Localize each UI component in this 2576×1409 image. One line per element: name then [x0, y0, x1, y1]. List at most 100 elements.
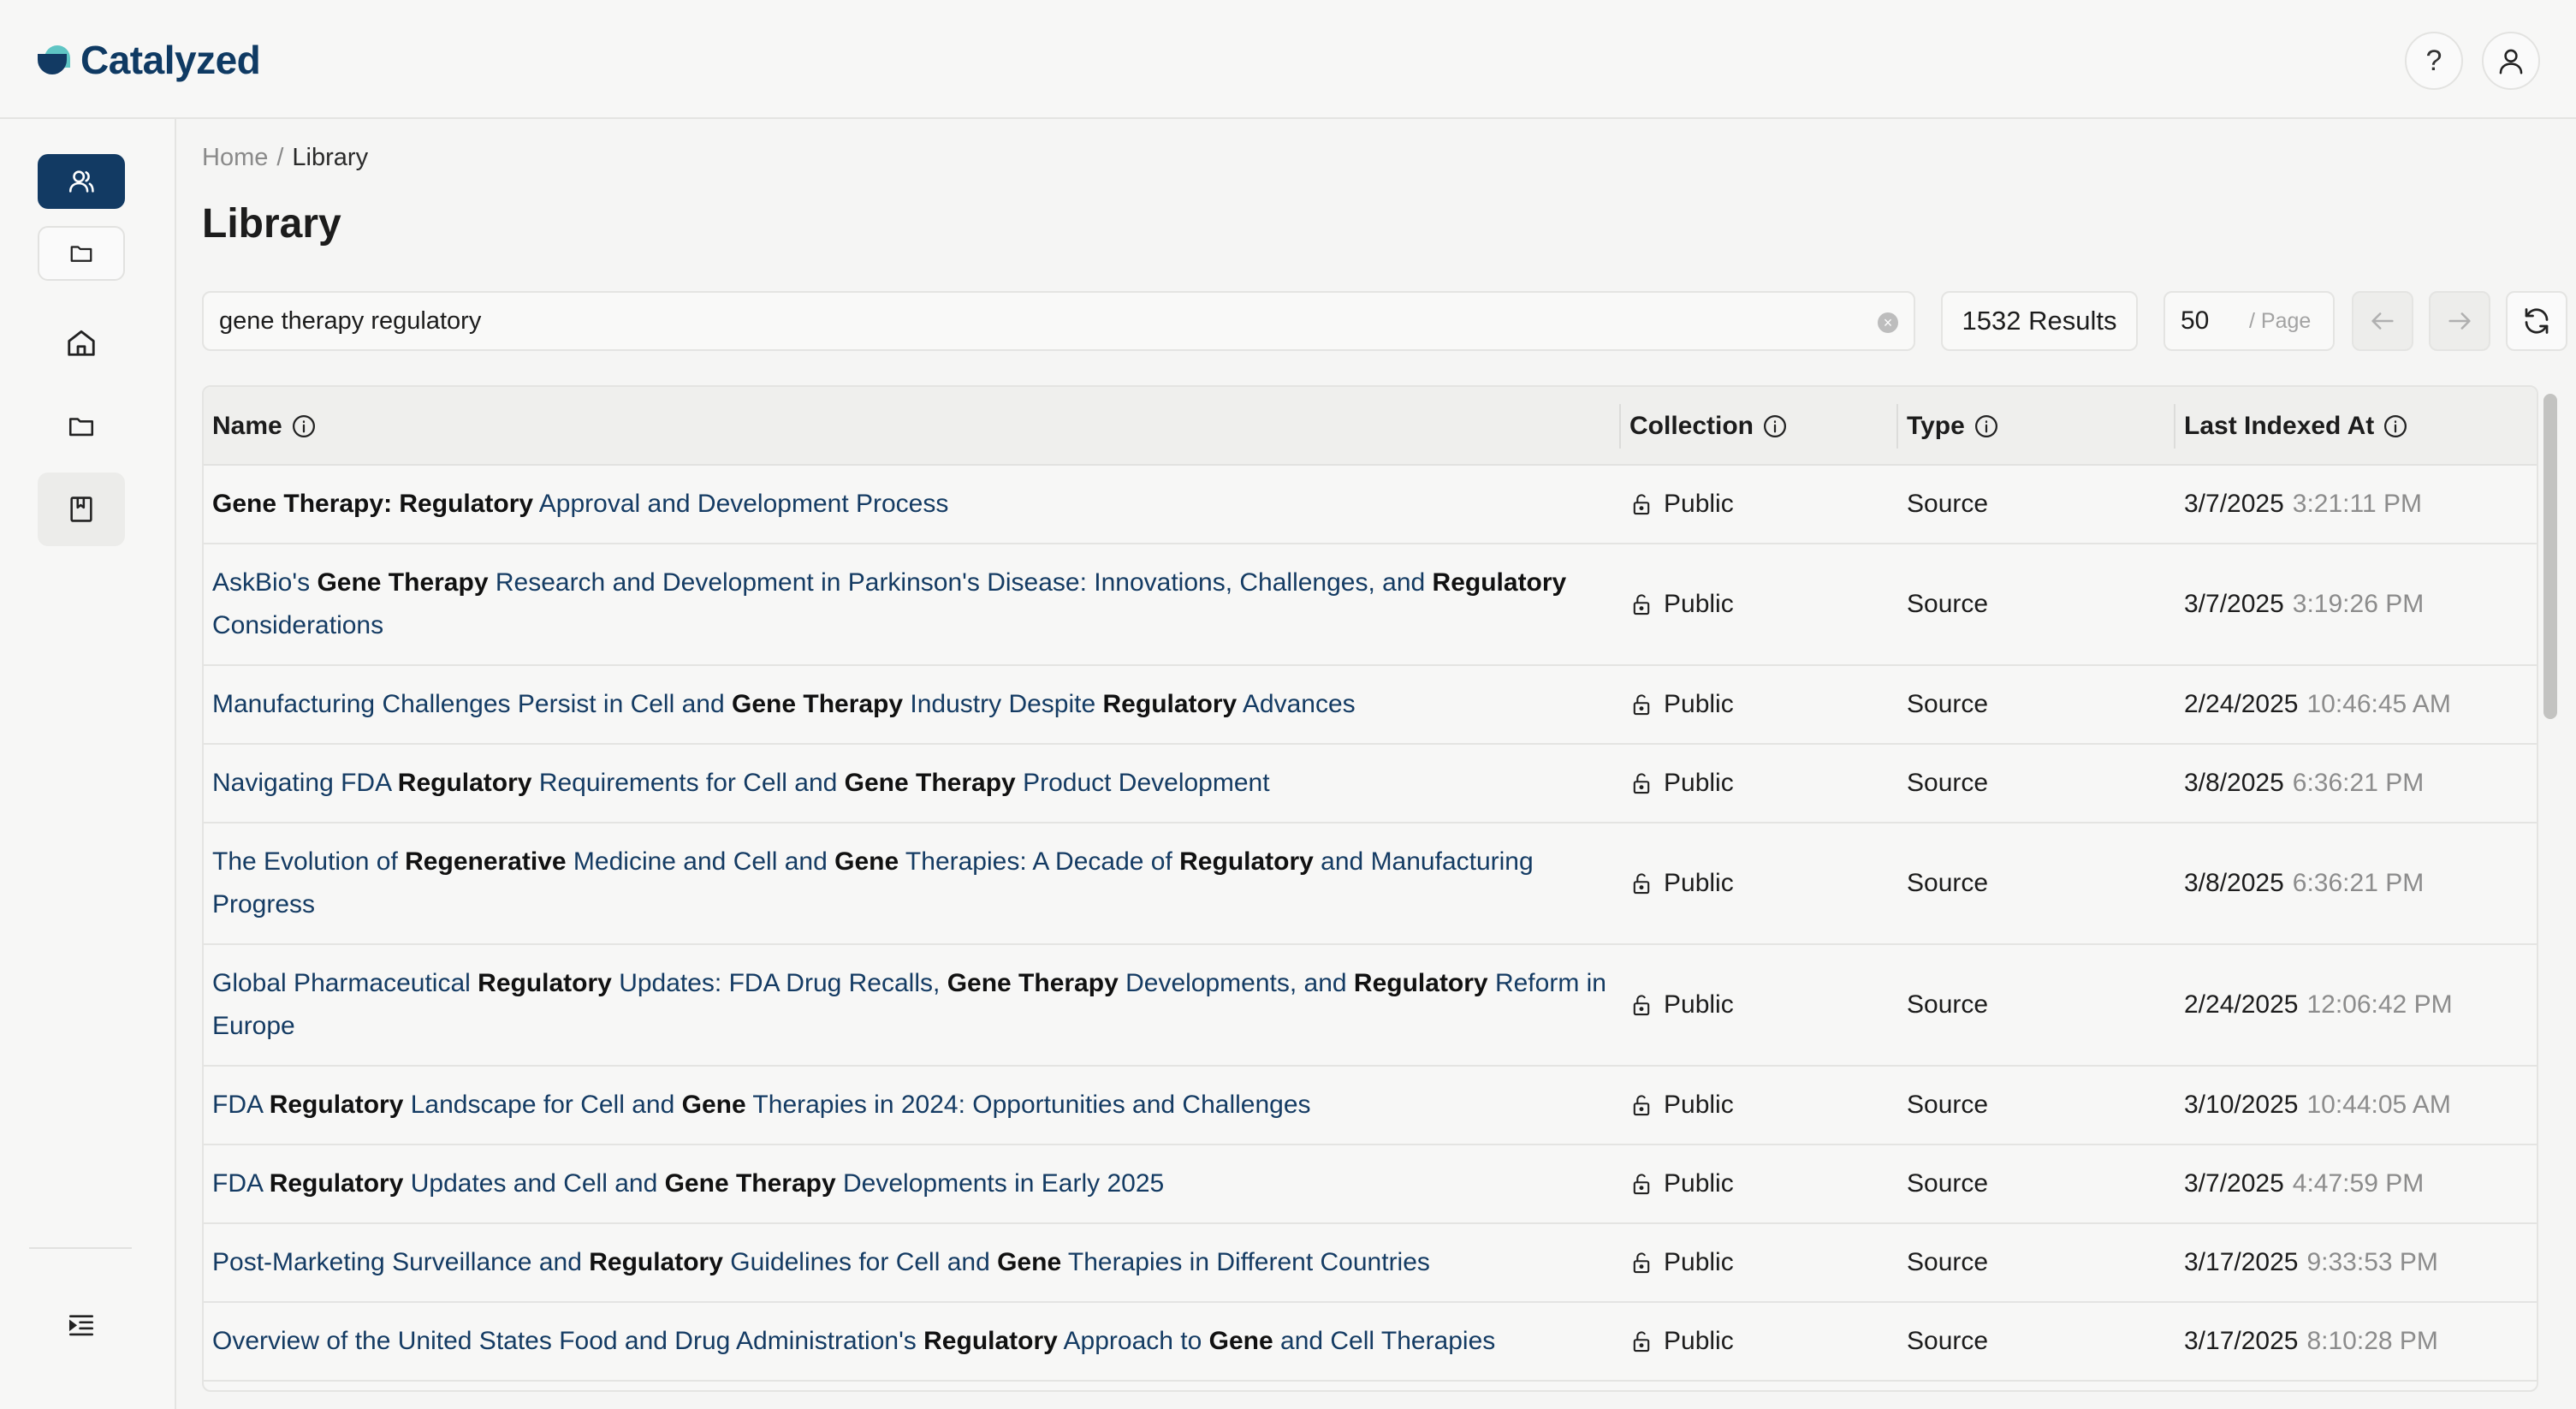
users-icon — [68, 170, 94, 193]
row-type: Source — [1907, 690, 1989, 718]
info-icon[interactable] — [1974, 413, 1999, 439]
sidebar-divider — [29, 1247, 132, 1249]
column-label: Last Indexed At — [2184, 412, 2375, 440]
refresh-button[interactable] — [2506, 291, 2567, 351]
row-name-link[interactable]: Post-Marketing Surveillance and Regulato… — [212, 1224, 1616, 1301]
sidebar-item-users[interactable] — [38, 154, 125, 209]
row-name-link[interactable]: Manufacturing Challenges Persist in Cell… — [212, 666, 1616, 743]
row-collection: Public — [1629, 666, 1734, 743]
arrow-right-icon — [2448, 312, 2471, 330]
previous-page-button[interactable] — [2352, 291, 2413, 351]
sidebar-item-library[interactable] — [38, 473, 125, 546]
row-last-indexed: 3/17/2025 8:10:28 PM — [2184, 1327, 2438, 1355]
next-page-button[interactable] — [2429, 291, 2490, 351]
row-type: Source — [1907, 769, 1989, 797]
help-button[interactable]: ? — [2405, 32, 2463, 90]
row-last-indexed: 3/8/2025 6:36:21 PM — [2184, 769, 2425, 797]
table-row[interactable]: Navigating FDA Regulatory Requirements f… — [204, 745, 2537, 823]
column-header-collection[interactable]: Collection — [1621, 387, 1788, 466]
info-icon[interactable] — [2383, 413, 2408, 439]
row-name-link[interactable]: Navigating FDA Regulatory Requirements f… — [212, 745, 1616, 822]
row-last-indexed: 3/10/2025 10:44:05 AM — [2184, 1091, 2451, 1119]
table-row[interactable]: Manufacturing Challenges Persist in Cell… — [204, 666, 2537, 745]
unlock-icon — [1629, 1250, 1653, 1275]
user-menu-button[interactable] — [2482, 32, 2540, 90]
row-last-indexed: 3/7/2025 3:21:11 PM — [2184, 490, 2422, 518]
row-name-link[interactable]: Gene Therapy: Regulatory Approval and De… — [212, 466, 1616, 543]
search-input[interactable] — [219, 306, 1845, 336]
row-type: Source — [1907, 1327, 1989, 1355]
per-page-value[interactable]: 50 — [2181, 306, 2249, 336]
scrollbar-thumb[interactable] — [2543, 394, 2557, 719]
folder-icon — [68, 418, 94, 437]
column-header-last-indexed[interactable]: Last Indexed At — [2175, 387, 2408, 466]
row-collection: Public — [1629, 1145, 1734, 1222]
table-row[interactable]: Post-Marketing Surveillance and Regulato… — [204, 1224, 2537, 1303]
table-row[interactable]: Overview of the United States Food and D… — [204, 1303, 2537, 1382]
row-type: Source — [1907, 990, 1989, 1019]
indent-icon — [68, 1315, 94, 1336]
per-page-unit: / Page — [2249, 308, 2312, 333]
row-name-link[interactable]: Global Pharmaceutical Regulatory Updates… — [212, 945, 1616, 1065]
breadcrumb: Home / Library — [202, 144, 368, 172]
top-bar: Catalyzed ? — [0, 0, 2576, 119]
unlock-icon — [1629, 592, 1653, 617]
row-collection: Public — [1629, 745, 1734, 822]
row-type: Source — [1907, 490, 1989, 518]
row-last-indexed: 2/24/2025 10:46:45 AM — [2184, 690, 2451, 718]
row-name-link[interactable]: The Evolution of Regenerative Medicine a… — [212, 823, 1616, 943]
sidebar-collapse-button[interactable] — [38, 1299, 125, 1353]
table-row[interactable]: The Evolution of Regenerative Medicine a… — [204, 823, 2537, 945]
unlock-icon — [1629, 992, 1653, 1018]
sidebar-item-collections[interactable] — [38, 399, 125, 454]
unlock-icon — [1629, 770, 1653, 796]
unlock-icon — [1629, 491, 1653, 517]
search-box: × — [202, 291, 1915, 351]
unlock-icon — [1629, 692, 1653, 717]
column-label: Collection — [1629, 412, 1754, 440]
table-row[interactable]: AskBio's Gene Therapy Research and Devel… — [204, 544, 2537, 666]
home-icon — [68, 330, 95, 356]
refresh-icon — [2525, 308, 2549, 334]
table-row[interactable]: Gene Therapy: Regulatory Approval and De… — [204, 466, 2537, 544]
unlock-icon — [1629, 1329, 1653, 1354]
unlock-icon — [1629, 1171, 1653, 1197]
info-icon[interactable] — [291, 413, 317, 439]
sidebar-item-folder[interactable] — [38, 226, 125, 281]
unlock-icon — [1629, 1092, 1653, 1118]
row-name-link[interactable]: AskBio's Gene Therapy Research and Devel… — [212, 544, 1616, 664]
sidebar-item-home[interactable] — [38, 315, 125, 370]
arrow-left-icon — [2371, 312, 2394, 330]
row-name-link[interactable]: FDA Regulatory Updates and Cell and Gene… — [212, 1145, 1616, 1222]
bookmark-icon — [70, 496, 92, 522]
row-type: Source — [1907, 1091, 1989, 1119]
table-row[interactable]: FDA Regulatory Updates and Cell and Gene… — [204, 1145, 2537, 1224]
row-collection: Public — [1629, 945, 1734, 1065]
row-name-link[interactable]: Overview of the United States Food and D… — [212, 1303, 1616, 1380]
row-last-indexed: 3/17/2025 9:33:53 PM — [2184, 1248, 2438, 1276]
unlock-icon — [1629, 871, 1653, 896]
column-header-name[interactable]: Name — [204, 387, 317, 466]
table-row[interactable]: Global Pharmaceutical Regulatory Updates… — [204, 945, 2537, 1067]
row-type: Source — [1907, 869, 1989, 897]
per-page-field[interactable]: 50 / Page — [2163, 291, 2335, 351]
breadcrumb-separator: / — [276, 144, 284, 171]
table-row[interactable]: FDA Regulatory Landscape for Cell and Ge… — [204, 1067, 2537, 1145]
column-label: Type — [1907, 412, 1965, 440]
table-header: Name Collection Type Last Indexed At — [204, 387, 2537, 466]
row-last-indexed: 3/8/2025 6:36:21 PM — [2184, 869, 2425, 897]
row-collection: Public — [1629, 466, 1734, 543]
breadcrumb-home[interactable]: Home — [202, 144, 268, 171]
info-icon[interactable] — [1762, 413, 1788, 439]
clear-search-icon[interactable]: × — [1878, 312, 1898, 333]
row-collection: Public — [1629, 1303, 1734, 1380]
logo-mark-icon — [38, 45, 72, 74]
library-table: Name Collection Type Last Indexed At Gen… — [202, 385, 2538, 1392]
app-logo[interactable]: Catalyzed — [38, 33, 261, 87]
page-title: Library — [202, 201, 341, 247]
row-name-link[interactable]: FDA Regulatory Landscape for Cell and Ge… — [212, 1067, 1616, 1144]
row-type: Source — [1907, 590, 1989, 618]
row-collection: Public — [1629, 823, 1734, 943]
help-icon: ? — [2425, 44, 2442, 77]
column-header-type[interactable]: Type — [1898, 387, 1999, 466]
